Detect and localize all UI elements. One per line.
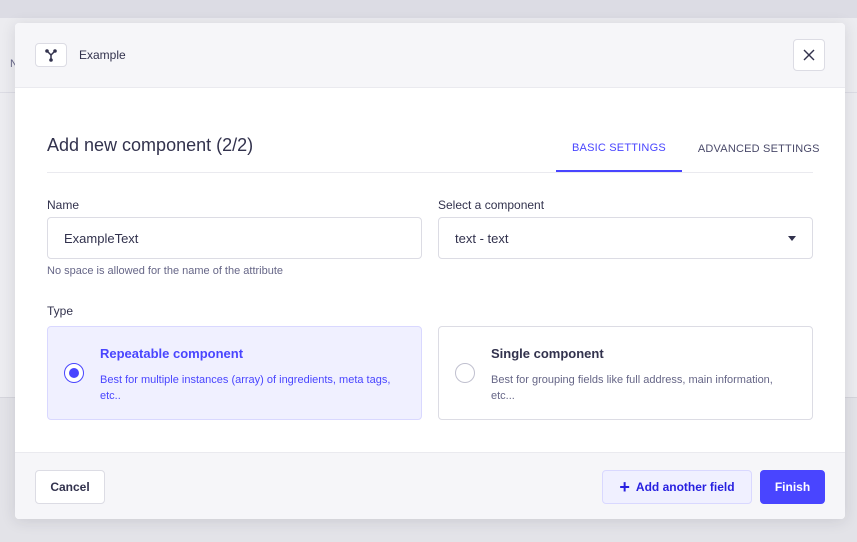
caret-down-icon bbox=[788, 235, 796, 241]
cancel-button[interactable]: Cancel bbox=[35, 470, 105, 504]
tab-basic-settings[interactable]: BASIC SETTINGS bbox=[556, 126, 682, 172]
type-card-description: Best for grouping fields like full addre… bbox=[491, 374, 773, 402]
component-icon bbox=[35, 43, 67, 67]
radio-repeatable[interactable] bbox=[64, 363, 84, 383]
type-label: Type bbox=[47, 304, 74, 318]
type-card-description: Best for multiple instances (array) of i… bbox=[100, 374, 391, 402]
type-card-repeatable[interactable]: Repeatable component Best for multiple i… bbox=[47, 326, 422, 420]
name-hint: No space is allowed for the name of the … bbox=[47, 265, 284, 277]
radio-single[interactable] bbox=[455, 363, 475, 383]
tab-divider bbox=[47, 172, 813, 173]
add-component-modal: Example Add new component (2/2) BASIC SE… bbox=[15, 23, 845, 519]
name-input[interactable] bbox=[47, 217, 422, 259]
close-button[interactable] bbox=[793, 39, 825, 71]
background-top-strip bbox=[0, 0, 857, 18]
tab-advanced-settings[interactable]: ADVANCED SETTINGS bbox=[682, 126, 836, 172]
name-label: Name bbox=[47, 198, 80, 212]
close-icon bbox=[803, 49, 815, 61]
modal-title: Add new component (2/2) bbox=[47, 135, 254, 155]
plus-icon: + bbox=[619, 477, 630, 497]
modal-footer: Cancel + Add another field Finish bbox=[15, 452, 845, 519]
finish-button[interactable]: Finish bbox=[760, 470, 825, 504]
type-card-title: Single component bbox=[491, 346, 604, 361]
component-select[interactable]: text - text bbox=[438, 217, 813, 259]
radio-selected-dot bbox=[69, 368, 79, 378]
settings-tabs: BASIC SETTINGS ADVANCED SETTINGS bbox=[556, 126, 836, 172]
add-another-field-label: Add another field bbox=[635, 480, 735, 494]
modal-header: Example bbox=[15, 23, 845, 88]
component-label: Select a component bbox=[438, 198, 545, 212]
add-another-field-button[interactable]: + Add another field bbox=[602, 470, 752, 504]
header-title: Example bbox=[79, 48, 126, 62]
component-select-value: text - text bbox=[455, 230, 509, 246]
type-card-title: Repeatable component bbox=[100, 346, 244, 361]
type-card-single[interactable]: Single component Best for grouping field… bbox=[438, 326, 813, 420]
